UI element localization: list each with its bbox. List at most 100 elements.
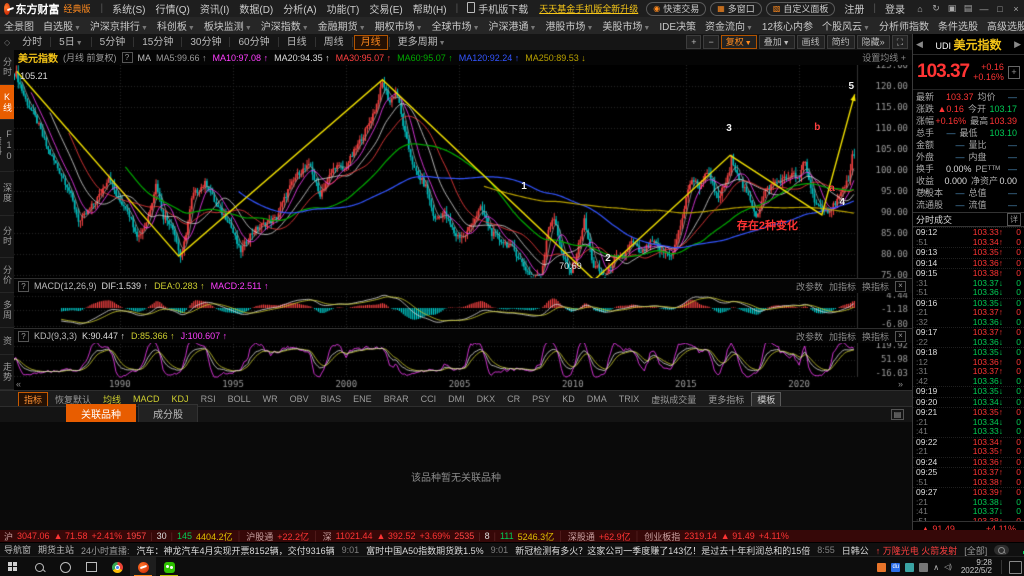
toolbar-item-18[interactable]: 高级选股	[983, 18, 1024, 33]
panel-toggle-icon[interactable]: ▤	[891, 409, 904, 420]
pane-tool-换指标[interactable]: 换指标	[862, 280, 889, 293]
tray-icon-1[interactable]: du	[891, 563, 900, 572]
indicator-tab-指标[interactable]: 指标	[18, 392, 48, 407]
tick-detail-button[interactable]: 详	[1007, 213, 1021, 226]
ticker-link-1[interactable]: 期货主站	[38, 543, 74, 557]
indicator-tab-DMA[interactable]: DMA	[582, 394, 612, 404]
toolbar-item-11[interactable]: 美股市场▼	[598, 18, 654, 33]
wechat-app-button[interactable]	[156, 557, 182, 576]
menu-item-5[interactable]: 功能(T)	[322, 1, 365, 16]
period-tab-分时[interactable]: 分时	[15, 35, 49, 50]
tick-list[interactable]: 09:12103.33↑0:51103.34↑009:13103.35↑009:…	[913, 227, 1024, 521]
toolbar-item-6[interactable]: 金融期货▼	[314, 18, 370, 33]
add-to-watchlist-button[interactable]: +	[1008, 66, 1020, 79]
tool-−[interactable]: −	[703, 35, 718, 49]
login-link[interactable]: 登录	[880, 1, 910, 16]
indicator-tab-更多指标[interactable]: 更多指标	[703, 393, 749, 406]
tool-⛶[interactable]: ⛶	[892, 35, 908, 49]
indicator-tab-KD[interactable]: KD	[557, 394, 580, 404]
toolbar-item-17[interactable]: 条件选股	[934, 18, 982, 33]
toolbar-item-7[interactable]: 期权市场▼	[371, 18, 427, 33]
menu-item-3[interactable]: 数据(D)	[234, 1, 278, 16]
indicator-tab-BOLL[interactable]: BOLL	[223, 394, 256, 404]
indicator-tab-PSY[interactable]: PSY	[527, 394, 555, 404]
indicator-tab-BRAR[interactable]: BRAR	[379, 394, 414, 404]
next-symbol-arrow[interactable]: ▶	[1014, 39, 1021, 50]
tray-icon-2[interactable]	[905, 563, 914, 572]
menu-item-1[interactable]: 行情(Q)	[150, 1, 194, 16]
close-pane-icon[interactable]: ×	[895, 331, 906, 342]
period-tab-60分钟[interactable]: 60分钟	[231, 35, 276, 50]
ma-settings-link[interactable]: 设置均线 +	[862, 51, 906, 64]
indicator-tab-DKX[interactable]: DKX	[472, 394, 501, 404]
indicator-tab-TRIX[interactable]: TRIX	[614, 394, 645, 404]
related-tab-成分股[interactable]: 成分股	[138, 404, 198, 422]
indicator-tab-虚拟成交量[interactable]: 虚拟成交量	[646, 393, 701, 406]
pill-custom-panel[interactable]: ▧自定义面板	[766, 2, 836, 16]
toolbar-item-8[interactable]: 全球市场▼	[428, 18, 484, 33]
ticker-link-0[interactable]: 导航窗	[4, 543, 31, 557]
pane-tool-改参数[interactable]: 改参数	[796, 330, 823, 343]
scroll-left-icon[interactable]: «	[16, 379, 21, 389]
promo-link[interactable]: 天天基金手机版全新升级	[535, 2, 642, 15]
indicator-tab-KDJ[interactable]: KDJ	[167, 394, 194, 404]
notification-center-icon[interactable]	[1009, 561, 1022, 574]
sidebar-item-走势榜[interactable]: 走势榜	[0, 355, 14, 390]
help-icon[interactable]: ?	[18, 331, 29, 342]
tool-画线[interactable]: 画线	[797, 35, 825, 49]
help-icon[interactable]: ?	[18, 281, 29, 292]
chrome-app-button[interactable]	[104, 557, 130, 576]
toolbar-item-13[interactable]: 资金流向▼	[701, 18, 757, 33]
pane-tool-加指标[interactable]: 加指标	[829, 330, 856, 343]
toolbar-item-3[interactable]: 科创板▼	[153, 18, 199, 33]
period-tab-日线[interactable]: 日线	[280, 35, 314, 50]
ticker-hot-10[interactable]: ↑ 万隆光电 火箭发射	[876, 544, 958, 557]
sidebar-item-分价表[interactable]: 分价表	[0, 258, 14, 293]
eastmoney-app-button[interactable]	[130, 557, 156, 576]
tool-叠加[interactable]: 叠加▼	[759, 35, 795, 49]
tray-icon-0[interactable]	[877, 563, 886, 572]
toolbar-item-0[interactable]: 全景图	[0, 18, 38, 33]
layout-icon[interactable]: ▤	[960, 3, 976, 14]
scroll-right-icon[interactable]: »	[898, 379, 903, 389]
indicator-tab-CR[interactable]: CR	[502, 394, 525, 404]
volume-icon[interactable]: ◁)	[944, 563, 952, 571]
menu-item-6[interactable]: 交易(E)	[364, 1, 407, 16]
indicator-tab-OBV[interactable]: OBV	[285, 394, 314, 404]
help-icon[interactable]: ?	[122, 52, 133, 63]
prev-symbol-arrow[interactable]: ◀	[916, 39, 923, 50]
task-view-button[interactable]	[78, 557, 104, 576]
refresh-icon[interactable]: ↻	[928, 3, 944, 14]
toolbar-item-15[interactable]: 个股风云▼	[818, 18, 874, 33]
toolbar-item-12[interactable]: IDE决策	[655, 18, 700, 33]
toolbar-item-1[interactable]: 自选股▼	[39, 18, 85, 33]
period-tab-15分钟[interactable]: 15分钟	[135, 35, 180, 50]
period-tab-周线[interactable]: 周线	[317, 35, 351, 50]
skin-icon[interactable]: ▣	[944, 3, 960, 14]
indicator-tab-CCI[interactable]: CCI	[416, 394, 442, 404]
toolbar-item-2[interactable]: 沪深京排行▼	[86, 18, 152, 33]
indicator-tab-ENE[interactable]: ENE	[348, 394, 377, 404]
toolbar-item-5[interactable]: 沪深指数▼	[257, 18, 313, 33]
register-link[interactable]: 注册	[839, 1, 869, 16]
close-pane-icon[interactable]: ×	[895, 281, 906, 292]
period-tab-月线[interactable]: 月线	[354, 35, 388, 50]
close-icon[interactable]: ×	[1008, 4, 1024, 14]
menu-item-2[interactable]: 资讯(I)	[195, 1, 234, 16]
related-tab-关联品种[interactable]: 关联品种	[66, 404, 136, 422]
pane-tool-改参数[interactable]: 改参数	[796, 280, 823, 293]
indicator-tab-DMI[interactable]: DMI	[443, 394, 470, 404]
toolbar-item-4[interactable]: 板块监测▼	[200, 18, 256, 33]
tool-+[interactable]: +	[686, 35, 701, 49]
period-tab-30分钟[interactable]: 30分钟	[183, 35, 228, 50]
tool-隐藏»[interactable]: 隐藏»	[857, 35, 890, 49]
taskbar-search-button[interactable]	[26, 557, 52, 576]
indicator-tab-MACD[interactable]: MACD	[128, 394, 165, 404]
cortana-button[interactable]	[52, 557, 78, 576]
menu-item-0[interactable]: 系统(S)	[107, 1, 150, 16]
maximize-icon[interactable]: □	[992, 4, 1008, 14]
indicator-tab-模板[interactable]: 模板	[751, 392, 781, 407]
sidebar-item-多周期[interactable]: 多周期	[0, 293, 14, 328]
pill-quick-trade[interactable]: ◉快速交易	[646, 2, 706, 16]
tray-icon-3[interactable]	[919, 563, 928, 572]
